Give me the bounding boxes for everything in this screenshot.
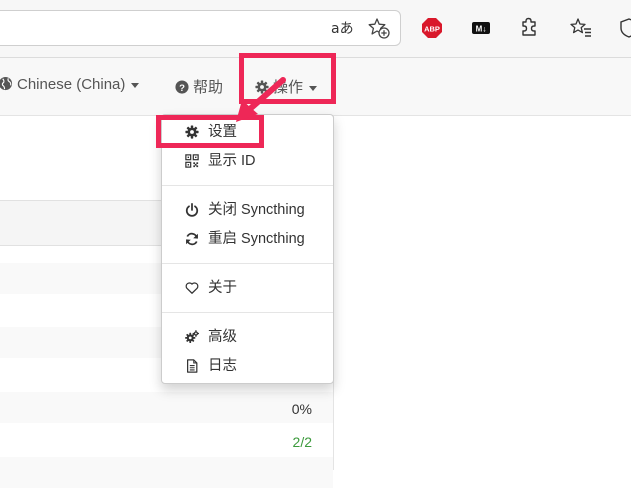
svg-text:?: ? bbox=[179, 83, 185, 94]
menu-item-label: 关于 bbox=[208, 280, 237, 296]
menu-item-label: 日志 bbox=[208, 358, 237, 374]
favorites-icon[interactable] bbox=[570, 17, 592, 39]
read-aloud-icon[interactable]: aあ bbox=[331, 18, 354, 38]
menu-item-label: 显示 ID bbox=[208, 153, 256, 169]
table-value: 0% bbox=[291, 401, 312, 417]
menu-item-label: 重启 Syncthing bbox=[208, 231, 305, 247]
cogs-icon bbox=[185, 330, 199, 343]
chevron-down-icon bbox=[131, 82, 140, 88]
file-text-icon bbox=[187, 359, 198, 373]
browser-essentials-icon[interactable] bbox=[618, 17, 631, 39]
markdown-icon[interactable]: M↓ bbox=[470, 17, 492, 39]
language-dropdown[interactable]: Chinese (China) bbox=[0, 76, 140, 93]
language-label: Chinese (China) bbox=[17, 76, 126, 93]
menu-item-show-id[interactable]: 显示 ID bbox=[162, 148, 333, 174]
menu-item-label: 高级 bbox=[208, 329, 237, 345]
menu-item-advanced[interactable]: 高级 bbox=[162, 324, 333, 350]
menu-divider bbox=[162, 185, 333, 186]
add-favorite-icon[interactable] bbox=[368, 17, 390, 39]
menu-item-label: 关闭 Syncthing bbox=[208, 202, 305, 218]
menu-divider bbox=[162, 263, 333, 264]
table-row bbox=[0, 457, 333, 488]
power-icon bbox=[185, 203, 199, 217]
table-value: 2/2 bbox=[292, 434, 312, 450]
help-label: 帮助 bbox=[193, 79, 224, 96]
highlight-box-settings bbox=[156, 115, 264, 148]
menu-divider bbox=[162, 312, 333, 313]
menu-item-restart[interactable]: 重启 Syncthing bbox=[162, 226, 333, 252]
actions-dropdown-menu: 设置 显示 ID 关闭 Syncthing 重启 Syncthing 关于 高级… bbox=[161, 114, 334, 384]
menu-item-logs[interactable]: 日志 bbox=[162, 353, 333, 379]
menu-item-shutdown[interactable]: 关闭 Syncthing bbox=[162, 197, 333, 223]
heart-icon bbox=[185, 282, 199, 294]
extensions-icon[interactable] bbox=[518, 17, 540, 39]
abp-label: ABP bbox=[424, 25, 440, 34]
browser-toolbar: aあ ABP M↓ bbox=[0, 0, 631, 58]
question-circle-icon: ? bbox=[175, 80, 189, 94]
highlight-box-actions bbox=[239, 53, 336, 104]
markdown-label: M↓ bbox=[476, 25, 487, 34]
refresh-icon bbox=[186, 232, 198, 246]
table-row bbox=[0, 392, 333, 423]
menu-item-about[interactable]: 关于 bbox=[162, 275, 333, 301]
help-menu[interactable]: ? 帮助 bbox=[175, 76, 223, 97]
adblock-plus-icon[interactable]: ABP bbox=[421, 17, 443, 39]
globe-icon bbox=[0, 76, 13, 91]
qrcode-icon bbox=[185, 154, 199, 168]
